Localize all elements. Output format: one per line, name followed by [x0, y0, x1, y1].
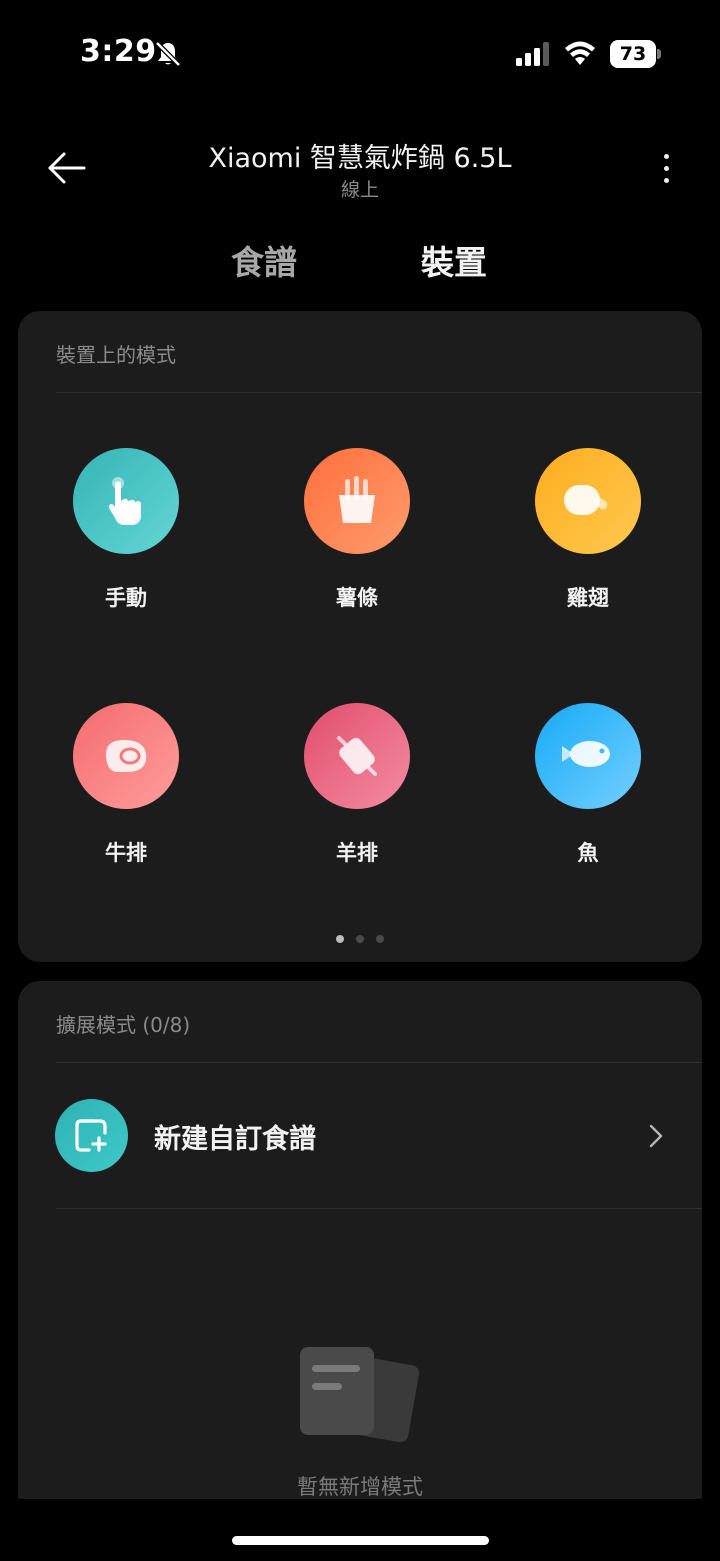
- wifi-icon: [565, 41, 595, 65]
- fish-icon: [562, 741, 610, 767]
- mode-manual[interactable]: 手動: [36, 448, 216, 612]
- hand-pointer-icon: [108, 477, 141, 525]
- lamb-chop-icon: [337, 736, 377, 776]
- tab-device[interactable]: 裝置: [421, 236, 487, 284]
- section-title-extended-modes: 擴展模式 (0/8): [56, 1013, 191, 1037]
- fries-icon: [339, 476, 375, 523]
- add-square-icon: [55, 1099, 128, 1172]
- page-dot: [356, 935, 364, 943]
- mode-fries[interactable]: 薯條: [267, 448, 447, 612]
- page-indicator: [18, 935, 702, 943]
- divider: [56, 392, 702, 393]
- chicken-wing-icon: [564, 485, 608, 515]
- mode-label: 羊排: [336, 841, 378, 865]
- section-title-device-modes: 裝置上的模式: [56, 343, 176, 367]
- signal-icon: [516, 42, 549, 66]
- mode-chicken-wings[interactable]: 雞翅: [498, 448, 678, 612]
- more-options-icon[interactable]: [650, 148, 682, 188]
- empty-state-text: 暫無新增模式: [297, 1475, 423, 1499]
- status-bar: 3:29 73: [0, 0, 720, 100]
- device-modes-card: 裝置上的模式 手動 薯條 雞翅 牛排 羊排 魚: [18, 311, 702, 962]
- battery-level: 73: [610, 40, 656, 68]
- mode-fish[interactable]: 魚: [498, 703, 678, 867]
- mode-steak[interactable]: 牛排: [36, 703, 216, 867]
- steak-icon: [106, 740, 147, 772]
- device-status: 線上: [340, 179, 379, 201]
- page-title: Xiaomi 智慧氣炸鍋 6.5L: [208, 143, 512, 174]
- home-indicator[interactable]: [232, 1536, 489, 1545]
- mode-label: 牛排: [105, 841, 147, 865]
- chevron-right-icon: [649, 1124, 663, 1148]
- mode-label: 手動: [105, 586, 147, 610]
- bell-slash-icon: [155, 41, 181, 67]
- empty-documents-icon: [300, 1347, 420, 1443]
- extended-modes-card: 擴展模式 (0/8) 新建自訂食譜 暫無新增模式: [18, 981, 702, 1499]
- mode-label: 雞翅: [567, 586, 609, 610]
- new-custom-recipe-row[interactable]: 新建自訂食譜: [18, 1081, 702, 1208]
- new-custom-recipe-label: 新建自訂食譜: [154, 1124, 316, 1155]
- battery-icon: 73: [610, 40, 661, 68]
- divider: [56, 1062, 702, 1063]
- status-time: 3:29: [80, 34, 157, 69]
- divider: [56, 1208, 702, 1209]
- mode-label: 魚: [577, 841, 599, 865]
- tab-recipes[interactable]: 食譜: [231, 236, 297, 284]
- mode-label: 薯條: [336, 586, 378, 610]
- mode-lamb-chop[interactable]: 羊排: [267, 703, 447, 867]
- page-dot-active: [336, 935, 344, 943]
- page-dot: [376, 935, 384, 943]
